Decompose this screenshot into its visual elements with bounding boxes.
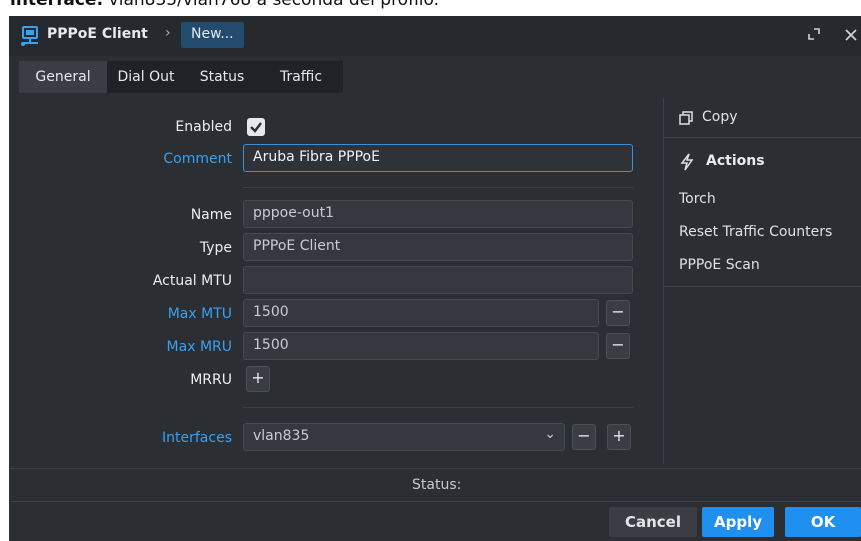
tab-dial-out[interactable]: Dial Out	[107, 61, 185, 93]
top-note-bold: interface:	[10, 0, 104, 10]
name-label: Name	[190, 207, 232, 223]
close-icon[interactable]	[843, 24, 859, 44]
actions-header: Actions	[706, 153, 765, 169]
name-input[interactable]: pppoe-out1	[243, 200, 633, 228]
action-pppoe-scan[interactable]: PPPoE Scan	[679, 257, 760, 273]
top-note: interface: vlan835/vlan768 a seconda del…	[0, 0, 861, 15]
interfaces-label: Interfaces	[162, 430, 232, 446]
max-mru-input[interactable]: 1500	[243, 332, 599, 360]
restore-icon[interactable]	[807, 26, 821, 42]
action-torch[interactable]: Torch	[679, 191, 716, 207]
status-bar: Status:	[9, 468, 861, 502]
ok-button[interactable]: OK	[785, 507, 861, 537]
interfaces-select[interactable]: vlan835 ⌄	[243, 423, 565, 451]
enabled-checkbox[interactable]	[247, 118, 265, 136]
max-mru-label: Max MRU	[166, 339, 232, 355]
section-divider	[243, 407, 633, 408]
section-divider	[243, 187, 633, 188]
copy-label: Copy	[702, 109, 738, 125]
interfaces-add-button[interactable]: +	[607, 424, 631, 450]
type-field: PPPoE Client	[243, 233, 633, 261]
max-mtu-input[interactable]: 1500	[243, 299, 599, 327]
tab-status[interactable]: Status	[185, 61, 259, 93]
comment-label: Comment	[163, 151, 232, 167]
side-panel: Copy Actions Torch Reset Traffic Counter…	[663, 98, 861, 464]
tab-traffic[interactable]: Traffic	[259, 61, 343, 93]
tab-general[interactable]: General	[19, 61, 107, 93]
status-label: Status:	[412, 477, 462, 493]
actual-mtu-label: Actual MTU	[152, 273, 232, 289]
interfaces-value: vlan835	[253, 428, 310, 444]
max-mtu-remove-button[interactable]: −	[606, 300, 630, 326]
top-note-text: vlan835/vlan768 a seconda del profilo.	[103, 0, 440, 10]
check-icon	[250, 122, 262, 133]
breadcrumb-new[interactable]: New...	[181, 22, 244, 48]
title-bar: PPPoE Client › New...	[9, 16, 861, 56]
apply-button[interactable]: Apply	[702, 507, 774, 537]
window-title: PPPoE Client	[47, 26, 148, 42]
copy-row[interactable]: Copy	[664, 98, 861, 138]
actual-mtu-field	[243, 266, 633, 294]
pppoe-client-window: PPPoE Client › New... General Dial Out S…	[9, 16, 861, 541]
type-label: Type	[199, 240, 232, 256]
chevron-down-icon: ⌄	[544, 426, 556, 442]
comment-input[interactable]: Aruba Fibra PPPoE	[243, 144, 633, 172]
general-form: Enabled Comment Aruba Fibra PPPoE Name p…	[9, 98, 663, 464]
side-divider	[664, 286, 861, 287]
max-mru-remove-button[interactable]: −	[606, 333, 630, 359]
interface-icon	[21, 26, 38, 46]
enabled-label: Enabled	[175, 119, 232, 135]
interfaces-remove-button[interactable]: −	[572, 424, 596, 450]
lightning-icon	[680, 153, 694, 171]
mrru-add-button[interactable]: +	[246, 366, 270, 392]
action-reset-traffic-counters[interactable]: Reset Traffic Counters	[679, 224, 832, 240]
tab-bar: General Dial Out Status Traffic	[19, 61, 343, 93]
copy-icon	[679, 111, 693, 125]
max-mtu-label: Max MTU	[167, 306, 232, 322]
cancel-button[interactable]: Cancel	[609, 507, 697, 537]
breadcrumb-separator: ›	[165, 25, 171, 41]
mrru-label: MRRU	[190, 372, 232, 388]
